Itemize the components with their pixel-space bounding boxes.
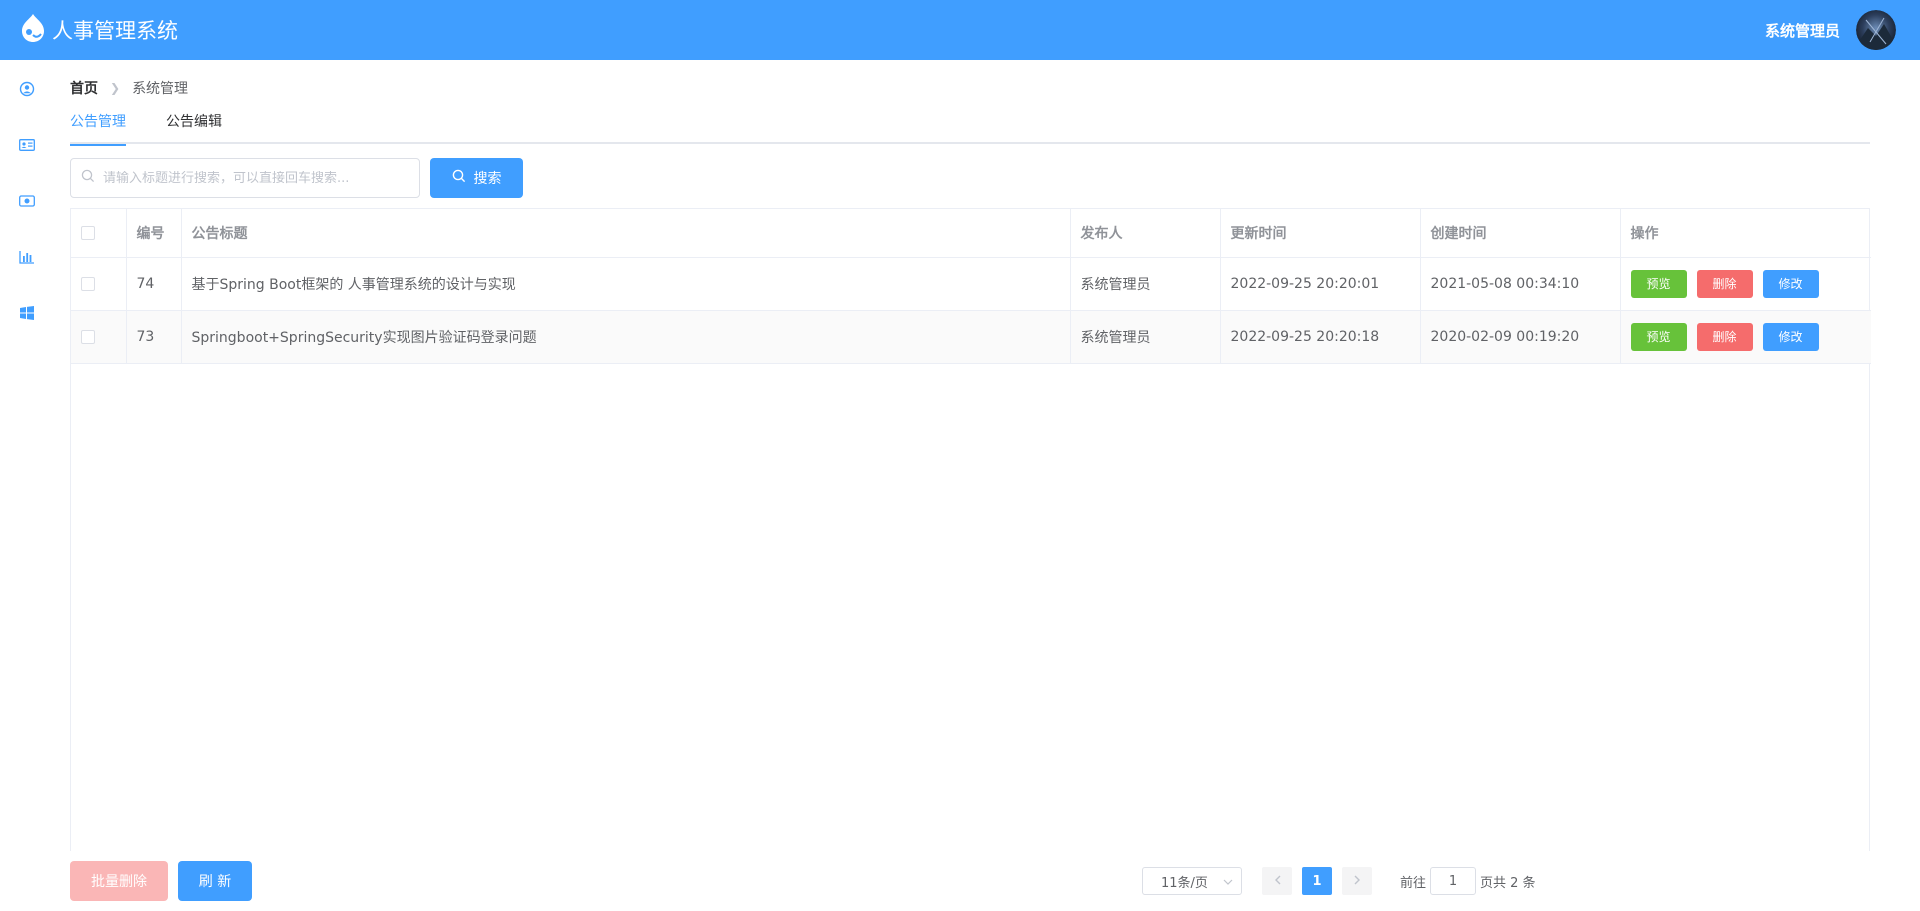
delete-button[interactable]: 删除 xyxy=(1696,269,1753,298)
cell-publisher: 系统管理员 xyxy=(1070,310,1221,364)
row-select-cell xyxy=(71,257,127,311)
search-button-label: 搜索 xyxy=(473,171,502,187)
batch-delete-button[interactable]: 批量删除 xyxy=(70,861,168,901)
cell-id: 73 xyxy=(126,310,182,364)
select-all-checkbox[interactable] xyxy=(81,225,95,240)
main-content: 首页 ❯ 系统管理 公告管理 公告编辑 搜索 编号 公告标题 xyxy=(70,60,1871,911)
row-select-cell xyxy=(71,310,127,364)
tab-notice-edit[interactable]: 公告编辑 xyxy=(166,112,222,144)
id-card-icon[interactable] xyxy=(18,136,36,154)
column-header-id: 编号 xyxy=(126,209,182,258)
windows-icon[interactable] xyxy=(18,304,36,322)
top-header: 人事管理系统 系统管理员 xyxy=(0,0,1920,60)
select-all-cell xyxy=(71,209,127,258)
bar-chart-icon[interactable] xyxy=(18,248,36,266)
cell-title: Springboot+SpringSecurity实现图片验证码登录问题 xyxy=(181,310,1071,364)
total-label: 页共 2 条 xyxy=(1480,875,1536,891)
pagination: 11条/页 1 前往 页共 2 条 xyxy=(1142,867,1536,895)
prev-page-button[interactable] xyxy=(1262,867,1292,895)
edit-button[interactable]: 修改 xyxy=(1762,269,1819,298)
column-header-title: 公告标题 xyxy=(181,209,1071,258)
search-icon xyxy=(452,169,466,187)
user-name[interactable]: 系统管理员 xyxy=(1765,20,1840,41)
chevron-left-icon xyxy=(1274,874,1281,889)
breadcrumb: 首页 ❯ 系统管理 xyxy=(70,78,188,98)
preview-button[interactable]: 预览 xyxy=(1630,322,1687,351)
page-size-value: 11条/页 xyxy=(1161,875,1208,891)
chevron-right-icon xyxy=(1354,874,1361,889)
next-page-button[interactable] xyxy=(1342,867,1372,895)
cell-actions: 预览 删除 修改 xyxy=(1620,257,1871,311)
page-size-select[interactable]: 11条/页 xyxy=(1142,867,1242,895)
search-button[interactable]: 搜索 xyxy=(430,158,523,198)
row-checkbox[interactable] xyxy=(81,276,95,291)
table-row: 73 Springboot+SpringSecurity实现图片验证码登录问题 … xyxy=(71,310,1871,364)
goto-page-input[interactable] xyxy=(1430,867,1477,895)
sidebar xyxy=(0,60,54,911)
cell-created: 2021-05-08 00:34:10 xyxy=(1420,257,1621,311)
search-icon xyxy=(81,169,95,187)
breadcrumb-home[interactable]: 首页 xyxy=(70,78,98,98)
app-title: 人事管理系统 xyxy=(52,19,178,43)
column-header-publisher: 发布人 xyxy=(1070,209,1221,258)
goto-label: 前往 xyxy=(1400,875,1427,891)
user-circle-icon[interactable] xyxy=(18,80,36,98)
preview-button[interactable]: 预览 xyxy=(1630,269,1687,298)
row-checkbox[interactable] xyxy=(81,329,95,344)
column-header-created: 创建时间 xyxy=(1420,209,1621,258)
search-input[interactable] xyxy=(103,170,403,186)
tab-notice-management[interactable]: 公告管理 xyxy=(70,112,126,146)
cell-updated: 2022-09-25 20:20:01 xyxy=(1220,257,1421,311)
breadcrumb-current: 系统管理 xyxy=(132,81,189,97)
cell-updated: 2022-09-25 20:20:18 xyxy=(1220,310,1421,364)
eye-icon[interactable] xyxy=(18,192,36,210)
refresh-button[interactable]: 刷 新 xyxy=(178,861,252,901)
page-number-current[interactable]: 1 xyxy=(1302,867,1332,895)
delete-button[interactable]: 删除 xyxy=(1696,322,1753,351)
cell-publisher: 系统管理员 xyxy=(1070,257,1221,311)
avatar[interactable] xyxy=(1856,10,1896,50)
drupal-logo-icon xyxy=(20,13,46,47)
goto-page: 前往 页共 2 条 xyxy=(1400,867,1536,895)
cell-title: 基于Spring Boot框架的 人事管理系统的设计与实现 xyxy=(181,257,1071,311)
notice-table: 编号 公告标题 发布人 更新时间 创建时间 操作 74 基于Spring Boo… xyxy=(70,208,1871,851)
table-header-row: 编号 公告标题 发布人 更新时间 创建时间 操作 xyxy=(71,209,1871,258)
brand: 人事管理系统 xyxy=(20,13,178,47)
edit-button[interactable]: 修改 xyxy=(1762,322,1819,351)
cell-created: 2020-02-09 00:19:20 xyxy=(1420,310,1621,364)
table-row: 74 基于Spring Boot框架的 人事管理系统的设计与实现 系统管理员 2… xyxy=(71,257,1871,311)
table-footer: 批量删除 刷 新 11条/页 1 前往 1 页共 2 条 xyxy=(70,861,1870,901)
column-header-updated: 更新时间 xyxy=(1220,209,1421,258)
tab-bar: 公告管理 公告编辑 xyxy=(70,112,1870,146)
user-menu[interactable]: 系统管理员 xyxy=(1765,10,1896,50)
chevron-down-icon xyxy=(1223,874,1233,889)
column-header-actions: 操作 xyxy=(1620,209,1871,258)
cell-actions: 预览 删除 修改 xyxy=(1620,310,1871,364)
cell-id: 74 xyxy=(126,257,182,311)
search-field[interactable] xyxy=(70,158,420,198)
chevron-right-icon: ❯ xyxy=(110,81,121,95)
